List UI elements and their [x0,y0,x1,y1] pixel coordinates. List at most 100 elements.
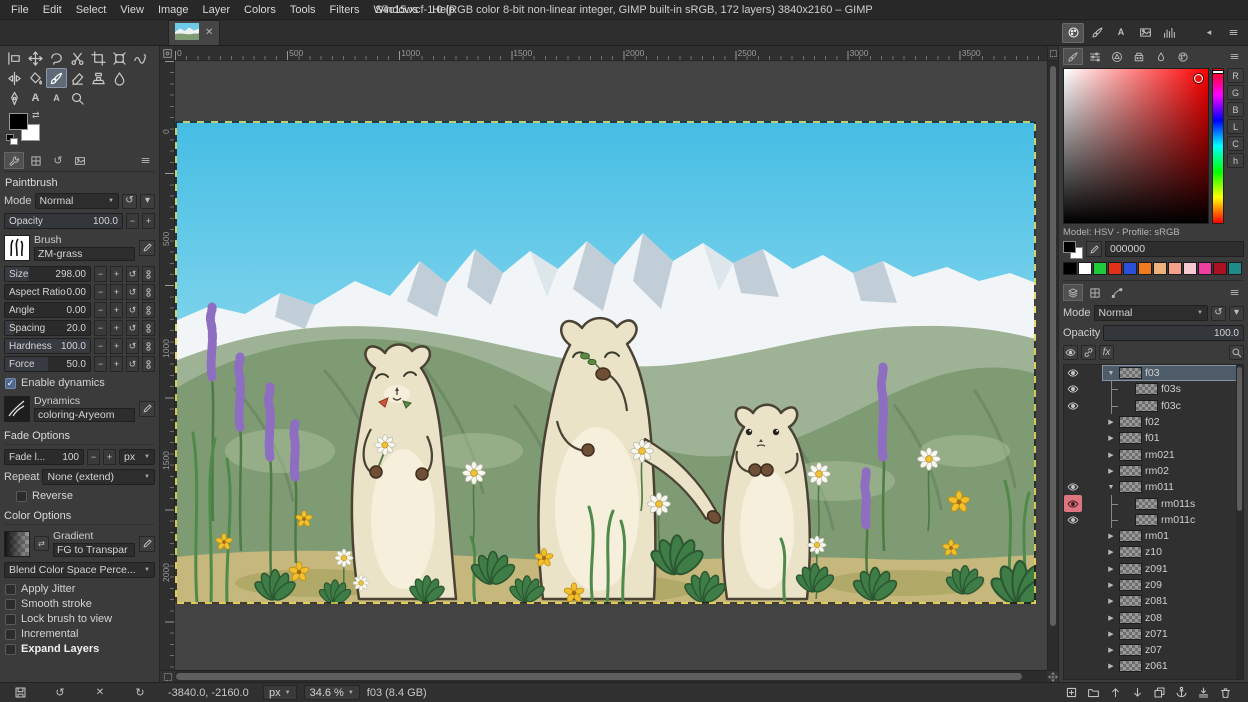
tool-bucket-fill-icon[interactable] [25,68,46,88]
layer-row-rm011s[interactable]: rm011s [1064,495,1243,511]
edit-dynamics-icon[interactable] [139,401,155,417]
palette-swatch[interactable] [1153,262,1167,275]
tool-move-icon[interactable] [25,48,46,68]
tool-align-icon[interactable] [4,48,25,68]
layer-link-cell[interactable] [1082,381,1102,397]
layer-link-cell[interactable] [1082,561,1102,577]
reset-button[interactable]: ↺ [126,338,139,354]
foreground-color-swatch[interactable] [9,113,28,130]
layer-visibility-toggle[interactable] [1064,479,1082,495]
layer-link-cell[interactable] [1082,512,1102,528]
layer-link-cell[interactable] [1082,544,1102,560]
paths-tab-icon[interactable] [1107,284,1127,301]
layer-row-rm011c[interactable]: rm011c [1064,512,1243,528]
blend-space-dropdown[interactable]: Blend Color Space Perce...▼ [4,562,155,578]
reset-tool-options-icon[interactable]: ↻ [130,684,150,701]
hue-strip[interactable] [1212,68,1224,224]
slider-spacing[interactable]: Spacing20.0 [4,320,91,336]
checkbox[interactable] [5,599,16,610]
decrement-button[interactable]: − [94,266,107,282]
reset-button[interactable]: ↺ [126,266,139,282]
menu-windows[interactable]: Windows [366,2,425,18]
layer-visibility-toggle[interactable] [1064,463,1082,479]
layer-expander[interactable]: ▶ [1106,630,1116,638]
quick-mask-button[interactable] [160,670,175,682]
layer-row-rm01[interactable]: ▶rm01 [1064,528,1243,544]
brush-name[interactable]: ZM-grass [34,247,135,261]
tool-options-tab-icon[interactable] [4,152,24,169]
tool-smudge-icon[interactable] [109,68,130,88]
layer-opacity-slider[interactable]: 100.0 [1103,325,1244,341]
hue-marker[interactable] [1213,71,1223,73]
layer-mode-switch-button[interactable]: ▾ [1229,306,1244,321]
layer-visibility-toggle[interactable] [1064,512,1082,528]
opacity-decrement-button[interactable]: − [126,213,139,229]
v-scrollbar[interactable] [1047,61,1058,670]
menu-image[interactable]: Image [151,2,196,18]
increment-button[interactable]: + [110,338,123,354]
layer-visibility-toggle[interactable] [1064,626,1082,642]
dock-menu-icon[interactable] [135,152,155,169]
colors-tab-icon[interactable] [1062,23,1084,43]
color-method-scales-icon[interactable] [1085,48,1105,65]
fade-decrement-button[interactable]: − [87,449,100,465]
paint-mode-dropdown[interactable]: Normal▼ [35,193,119,209]
undo-history-tab-icon[interactable]: ↺ [48,152,68,169]
layer-expander[interactable]: ▶ [1106,451,1116,459]
zoom-fit-corner-button[interactable] [1047,46,1058,61]
menu-layer[interactable]: Layer [196,2,238,18]
mode-reset-button[interactable]: ↺ [122,194,137,209]
checkbox[interactable] [5,584,16,595]
pick-color-icon[interactable] [1086,241,1102,257]
checkbox[interactable] [5,644,16,655]
layer-link-cell[interactable] [1082,609,1102,625]
layer-row-z09[interactable]: ▶z09 [1064,577,1243,593]
decrement-button[interactable]: − [94,356,107,372]
fonts-tab-icon[interactable]: A [1110,23,1132,43]
opacity-increment-button[interactable]: + [142,213,155,229]
palette-swatch[interactable] [1213,262,1227,275]
layer-mode-reset-button[interactable]: ↺ [1211,306,1226,321]
increment-button[interactable]: + [110,356,123,372]
tool-eraser-icon[interactable] [67,68,88,88]
layer-expander[interactable]: ▶ [1106,434,1116,442]
layer-row-z07[interactable]: ▶z07 [1064,642,1243,658]
close-tab-icon[interactable]: ✕ [205,28,213,38]
slider-angle[interactable]: Angle0.00 [4,302,91,318]
layer-link-cell[interactable] [1082,479,1102,495]
h-ruler[interactable]: 0500100015002000250030003500 [175,46,1047,61]
menu-help[interactable]: Help [425,2,462,18]
reset-button[interactable]: ↺ [126,284,139,300]
menu-select[interactable]: Select [69,2,114,18]
layer-link-cell[interactable] [1082,446,1102,462]
tab-scroll-left-icon[interactable]: ◂ [1198,23,1220,43]
palette-swatch[interactable] [1123,262,1137,275]
layer-visibility-toggle[interactable] [1064,593,1082,609]
tool-crop-icon[interactable] [88,48,109,68]
layer-row-rm021[interactable]: ▶rm021 [1064,446,1243,462]
channel-R-button[interactable]: R [1227,68,1244,83]
layer-row-z08[interactable]: ▶z08 [1064,609,1243,625]
dynamics-chooser[interactable]: Dynamics coloring-Aryeom [4,395,155,422]
saturation-value-square[interactable] [1063,68,1209,224]
slider-size[interactable]: Size298.00 [4,266,91,282]
fg-bg-colors[interactable]: ⇄ [6,113,50,147]
layer-link-cell[interactable] [1082,593,1102,609]
palette-swatch[interactable] [1198,262,1212,275]
layer-expander[interactable]: ▶ [1106,597,1116,605]
palette-swatch[interactable] [1063,262,1077,275]
reset-button[interactable]: ↺ [126,356,139,372]
layer-link-cell[interactable] [1082,577,1102,593]
palette-swatch[interactable] [1228,262,1242,275]
layer-row-f01[interactable]: ▶f01 [1064,430,1243,446]
palette-swatch[interactable] [1138,262,1152,275]
canvas-viewport[interactable] [175,61,1047,670]
palette-swatch[interactable] [1183,262,1197,275]
increment-button[interactable]: + [110,302,123,318]
anchor-layer-icon[interactable] [1171,684,1191,701]
default-colors-icon[interactable] [6,134,18,146]
layer-row-z081[interactable]: ▶z081 [1064,593,1243,609]
slider-force[interactable]: Force50.0 [4,356,91,372]
h-scrollbar-thumb[interactable] [176,673,1022,680]
hex-color-input[interactable]: 000000 [1105,241,1244,257]
